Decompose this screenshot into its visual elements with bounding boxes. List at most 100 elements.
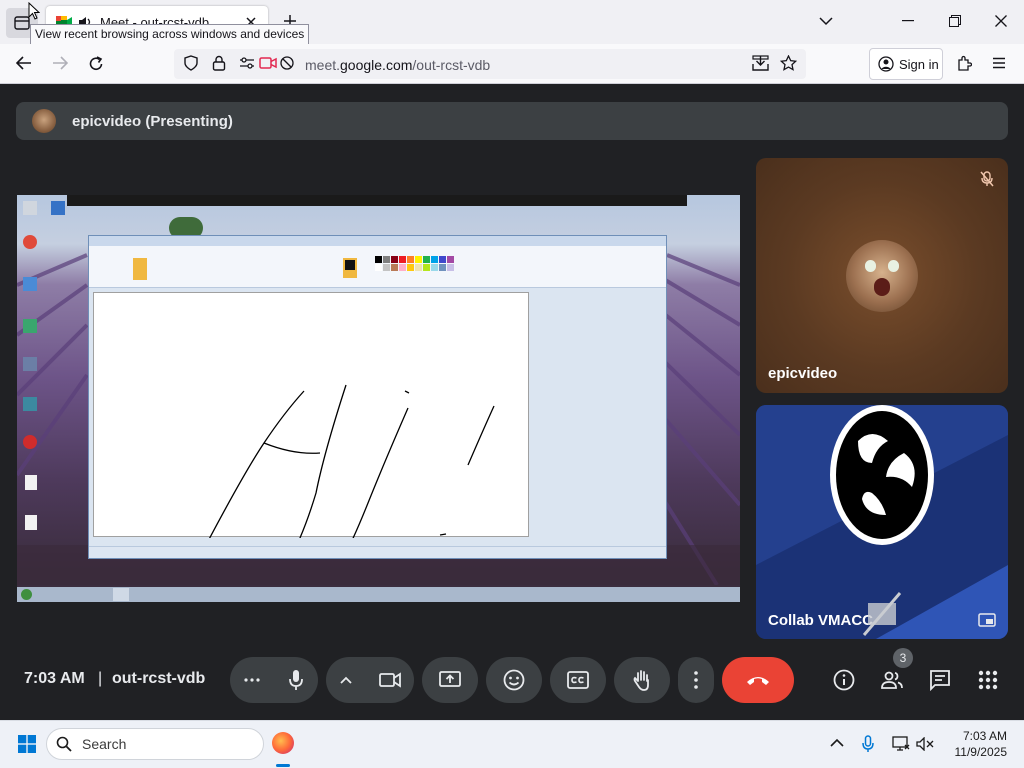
- raise-hand-button[interactable]: [614, 657, 670, 703]
- audio-controls-group: [230, 657, 318, 703]
- restore-icon[interactable]: [949, 15, 961, 27]
- list-all-tabs-icon[interactable]: [819, 16, 833, 26]
- camera-off-icon: [862, 592, 902, 636]
- emoji-icon: [503, 669, 525, 691]
- windows-start-icon[interactable]: [18, 735, 36, 753]
- menu-hamburger-icon[interactable]: [992, 57, 1006, 69]
- desktop-icon-app-3: [23, 319, 37, 333]
- participant-tile-epicvideo[interactable]: epicvideo: [756, 158, 1008, 393]
- desktop-icon-app-2: [23, 277, 37, 291]
- back-icon[interactable]: [16, 56, 32, 70]
- search-icon: [56, 736, 72, 752]
- tray-network-icon[interactable]: [892, 736, 910, 752]
- desktop-icon-recycle-bin: [23, 201, 37, 215]
- url-path: /out-rcst-vdb: [412, 57, 491, 73]
- desktop-icon-file-2: [25, 515, 37, 530]
- firefox-active-indicator: [276, 764, 290, 767]
- shared-taskbar: [17, 587, 740, 602]
- tooltip: View recent browsing across windows and …: [30, 24, 310, 45]
- meeting-clock: 7:03 AM: [24, 670, 85, 687]
- microphone-icon[interactable]: [288, 669, 304, 691]
- bookmark-star-icon[interactable]: [780, 55, 797, 71]
- desktop-icon-app-1: [23, 235, 37, 249]
- url-text[interactable]: meet.google.com/out-rcst-vdb: [305, 57, 490, 73]
- participant-avatar-epicvideo: [846, 240, 918, 312]
- tray-microphone-icon[interactable]: [862, 735, 874, 753]
- desktop-icon-folder: [51, 201, 65, 215]
- activities-button[interactable]: [968, 660, 1008, 700]
- paint-window: [88, 235, 667, 559]
- more-vert-icon: [694, 671, 698, 689]
- more-options-icon[interactable]: [244, 678, 260, 682]
- desktop-icon-app-6: [23, 435, 37, 449]
- info-icon: [833, 669, 855, 691]
- muted-mic-icon: [980, 171, 994, 187]
- avatar-eye-right: [888, 260, 899, 272]
- lock-icon[interactable]: [212, 55, 226, 71]
- install-app-icon[interactable]: [752, 55, 769, 71]
- avatar-eye-left: [865, 260, 876, 272]
- forward-icon[interactable]: [52, 56, 68, 70]
- presenter-avatar: [32, 109, 56, 133]
- chat-button[interactable]: [920, 660, 960, 700]
- taskbar-search-placeholder: Search: [82, 736, 127, 752]
- more-actions-button[interactable]: [678, 657, 714, 703]
- paint-statusbar: [89, 546, 666, 558]
- people-count-badge: 3: [893, 648, 913, 668]
- paint-drawing: [208, 384, 495, 538]
- chat-icon: [930, 670, 950, 691]
- shared-start-orb: [21, 589, 32, 600]
- paint-titlebar: [89, 236, 666, 246]
- taskbar-search-box[interactable]: [46, 728, 264, 760]
- people-icon: [881, 671, 903, 689]
- participant-name-collab-vmacc: Collab VMACC: [768, 612, 873, 629]
- tracking-protection-shield-icon[interactable]: [184, 55, 198, 71]
- shared-top-strip: [67, 195, 687, 206]
- paint-palette: [375, 256, 454, 271]
- camera-icon[interactable]: [378, 672, 401, 688]
- raise-hand-icon: [633, 670, 649, 691]
- desktop-icon-app-4: [23, 357, 37, 371]
- shared-taskbar-paint: [113, 588, 129, 601]
- apps-grid-icon: [978, 670, 998, 690]
- captions-icon: [567, 671, 589, 689]
- leave-call-button[interactable]: [722, 657, 794, 703]
- tray-date[interactable]: 11/9/2025: [947, 745, 1008, 759]
- close-window-icon[interactable]: [995, 15, 1007, 27]
- chevron-up-icon[interactable]: [339, 676, 352, 684]
- obs-logo-icon: [830, 405, 934, 545]
- sign-in-button[interactable]: Sign in: [869, 48, 943, 80]
- minimize-icon[interactable]: [902, 20, 914, 22]
- tray-overflow-chevron-icon[interactable]: [830, 738, 844, 748]
- clock-separator: |: [98, 670, 103, 687]
- paint-ribbon: [89, 246, 666, 288]
- firefox-taskbar-icon[interactable]: [272, 732, 294, 754]
- paint-canvas: [93, 292, 529, 538]
- participant-tile-collab-vmacc[interactable]: Collab VMACC: [756, 405, 1008, 639]
- autoplay-blocked-icon[interactable]: [280, 56, 294, 70]
- avatar-mouth: [874, 278, 890, 296]
- paint-select-tool: [133, 258, 147, 280]
- captions-button[interactable]: [550, 657, 606, 703]
- present-screen-icon: [439, 671, 461, 687]
- presenter-label: epicvideo (Presenting): [72, 113, 233, 130]
- mouse-cursor-icon: [28, 2, 40, 20]
- camera-sharing-icon[interactable]: [259, 57, 277, 69]
- participant-name-epicvideo: epicvideo: [768, 365, 838, 382]
- reactions-button[interactable]: [486, 657, 542, 703]
- permissions-icon[interactable]: [239, 57, 255, 69]
- url-domain: google.com: [340, 57, 413, 73]
- present-button[interactable]: [422, 657, 478, 703]
- extensions-icon[interactable]: [956, 55, 972, 71]
- shared-screen: [17, 195, 740, 602]
- hang-up-icon: [747, 677, 769, 685]
- paint-color1-swatch: [345, 260, 355, 270]
- sign-in-label: Sign in: [899, 56, 939, 72]
- desktop-icon-app-5: [23, 397, 37, 411]
- tray-time[interactable]: 7:03 AM: [947, 729, 1007, 743]
- tray-volume-muted-icon[interactable]: [916, 737, 934, 751]
- reload-icon[interactable]: [88, 56, 104, 72]
- picture-in-picture-icon[interactable]: [978, 613, 996, 627]
- video-controls-group: [326, 657, 414, 703]
- meeting-info-button[interactable]: [824, 660, 864, 700]
